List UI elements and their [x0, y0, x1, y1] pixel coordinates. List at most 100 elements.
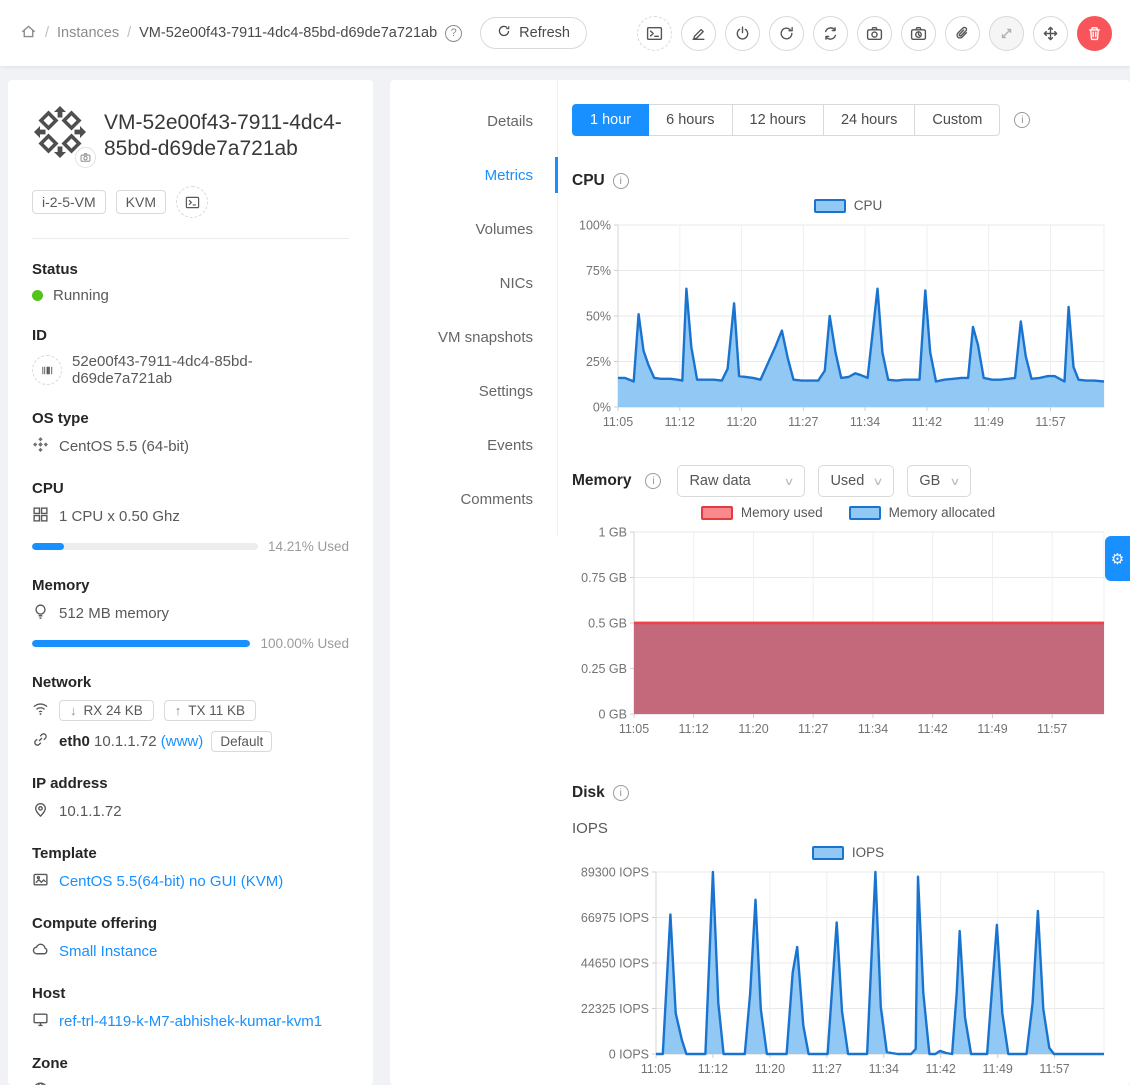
tx-chip: ↑TX 11 KB: [164, 700, 256, 721]
recurring-snapshot-button[interactable]: [901, 16, 936, 51]
disk-chart-block: Disk i IOPS IOPS 0 IOPS22325 IOPS44650 I…: [572, 784, 1124, 1080]
svg-text:11:05: 11:05: [619, 722, 649, 736]
svg-text:11:57: 11:57: [1039, 1062, 1069, 1076]
reboot-instance-button[interactable]: [769, 16, 804, 51]
host-link[interactable]: ref-trl-4119-k-M7-abhishek-kumar-kvm1: [59, 1013, 322, 1030]
edit-button[interactable]: [681, 16, 716, 51]
open-console-button[interactable]: [637, 16, 672, 51]
zone-label: Zone: [32, 1055, 349, 1072]
ip-section: IP address 10.1.1.72: [32, 775, 349, 822]
svg-text:11:42: 11:42: [926, 1062, 956, 1076]
legend-memory-allocated[interactable]: Memory allocated: [849, 505, 996, 520]
memory-select-0[interactable]: Raw data∨: [677, 465, 805, 497]
svg-text:66975 IOPS: 66975 IOPS: [581, 911, 649, 925]
scale-instance-button: [989, 16, 1024, 51]
time-range-1-hour[interactable]: 1 hour: [572, 104, 649, 136]
nic-network-link[interactable]: (www): [161, 733, 204, 750]
tab-events[interactable]: Events: [390, 418, 557, 472]
breadcrumb-instances[interactable]: Instances: [57, 25, 119, 41]
arrow-down-icon: ↓: [70, 703, 77, 718]
time-range-info-icon[interactable]: i: [1014, 112, 1030, 128]
template-section: Template CentOS 5.5(64-bit) no GUI (KVM): [32, 845, 349, 892]
legend-memory-used[interactable]: Memory used: [701, 505, 823, 520]
zone-section: Zone ref-trl-4119-k-M7-abhishek-kumar: [32, 1055, 349, 1085]
vm-chips-row: i-2-5-VM KVM: [32, 186, 349, 218]
disk-chart-title: Disk: [572, 784, 605, 802]
picture-icon: [32, 871, 49, 892]
main-area: VM-52e00f43-7911-4dc4-85bd-d69de7a721ab …: [0, 66, 1130, 1085]
svg-text:0.5 GB: 0.5 GB: [588, 616, 627, 630]
memory-select-1[interactable]: Used∨: [818, 465, 894, 497]
memory-info-icon[interactable]: i: [645, 473, 661, 489]
cpu-chart[interactable]: 0%25%50%75%100%11:0511:1211:2011:2711:34…: [572, 217, 1112, 433]
legend-iops[interactable]: IOPS: [812, 845, 884, 860]
svg-text:11:20: 11:20: [726, 415, 756, 429]
tab-vm-snapshots[interactable]: VM snapshots: [390, 310, 557, 364]
svg-text:11:49: 11:49: [983, 1062, 1013, 1076]
disk-info-icon[interactable]: i: [613, 785, 629, 801]
help-icon[interactable]: ?: [445, 25, 462, 42]
tab-comments[interactable]: Comments: [390, 472, 557, 526]
svg-text:11:27: 11:27: [798, 722, 828, 736]
breadcrumb: / Instances / VM-52e00f43-7911-4dc4-85bd…: [20, 17, 587, 49]
console-chip-button[interactable]: [176, 186, 208, 218]
template-link[interactable]: CentOS 5.5(64-bit) no GUI (KVM): [59, 873, 283, 890]
attach-iso-button[interactable]: [945, 16, 980, 51]
time-range-12-hours[interactable]: 12 hours: [733, 104, 824, 136]
svg-text:22325 IOPS: 22325 IOPS: [581, 1002, 649, 1016]
destroy-instance-button[interactable]: [1077, 16, 1112, 51]
cpu-usage-bar: [32, 543, 258, 550]
svg-text:50%: 50%: [586, 309, 611, 323]
status-section: Status Running: [32, 261, 349, 304]
tab-settings[interactable]: Settings: [390, 364, 557, 418]
tab-metrics[interactable]: Metrics: [390, 148, 557, 202]
edit-icon: [690, 25, 707, 42]
svg-text:25%: 25%: [586, 355, 611, 369]
top-bar: / Instances / VM-52e00f43-7911-4dc4-85bd…: [0, 0, 1130, 66]
memory-select-2[interactable]: GB∨: [907, 465, 971, 497]
time-range-6-hours[interactable]: 6 hours: [649, 104, 732, 136]
memory-chart[interactable]: 0 GB0.25 GB0.5 GB0.75 GB1 GB11:0511:1211…: [572, 524, 1112, 740]
tab-details[interactable]: Details: [390, 94, 557, 148]
barcode-icon: [32, 355, 62, 385]
take-snapshot-button[interactable]: [857, 16, 892, 51]
nic-ip: 10.1.1.72: [94, 733, 157, 750]
migrate-instance-button[interactable]: [1033, 16, 1068, 51]
svg-text:0.25 GB: 0.25 GB: [581, 662, 627, 676]
legend-cpu[interactable]: CPU: [814, 198, 883, 213]
change-icon-camera-button[interactable]: [75, 147, 96, 168]
memory-label: Memory: [32, 577, 349, 594]
time-range-custom[interactable]: Custom: [915, 104, 1000, 136]
os-section: OS type CentOS 5.5 (64-bit): [32, 410, 349, 457]
svg-text:11:05: 11:05: [641, 1062, 671, 1076]
svg-text:11:42: 11:42: [912, 415, 942, 429]
svg-text:11:05: 11:05: [603, 415, 633, 429]
tab-nics[interactable]: NICs: [390, 256, 557, 310]
cpu-section: CPU 1 CPU x 0.50 Ghz 14.21% Used: [32, 480, 349, 554]
legend-swatch: [814, 199, 846, 213]
hypervisor-chip: KVM: [116, 190, 166, 214]
reinstall-instance-button[interactable]: [813, 16, 848, 51]
time-range-24-hours[interactable]: 24 hours: [824, 104, 915, 136]
stop-instance-button[interactable]: [725, 16, 760, 51]
memory-chart-title: Memory: [572, 472, 631, 490]
chevron-down-icon: ∨: [784, 475, 795, 488]
reboot-instance-icon: [778, 25, 795, 42]
legend-swatch: [812, 846, 844, 860]
settings-drawer-handle[interactable]: ⚙: [1105, 536, 1130, 581]
svg-text:11:57: 11:57: [1037, 722, 1067, 736]
cpu-chart-block: CPU i CPU 0%25%50%75%100%11:0511:1211:20…: [572, 172, 1124, 433]
home-icon[interactable]: [20, 23, 37, 44]
svg-text:0 GB: 0 GB: [599, 707, 628, 721]
cpu-info-icon[interactable]: i: [613, 173, 629, 189]
svg-text:89300 IOPS: 89300 IOPS: [581, 865, 649, 879]
tab-volumes[interactable]: Volumes: [390, 202, 557, 256]
cpu-legend: CPU: [572, 198, 1124, 213]
refresh-button[interactable]: Refresh: [480, 17, 587, 49]
breadcrumb-vm-name: VM-52e00f43-7911-4dc4-85bd-d69de7a721ab: [139, 25, 437, 41]
svg-text:11:12: 11:12: [665, 415, 695, 429]
cpu-chart-title: CPU: [572, 172, 605, 190]
svg-text:11:12: 11:12: [698, 1062, 728, 1076]
offering-link[interactable]: Small Instance: [59, 943, 157, 960]
iops-chart[interactable]: 0 IOPS22325 IOPS44650 IOPS66975 IOPS8930…: [572, 864, 1112, 1080]
